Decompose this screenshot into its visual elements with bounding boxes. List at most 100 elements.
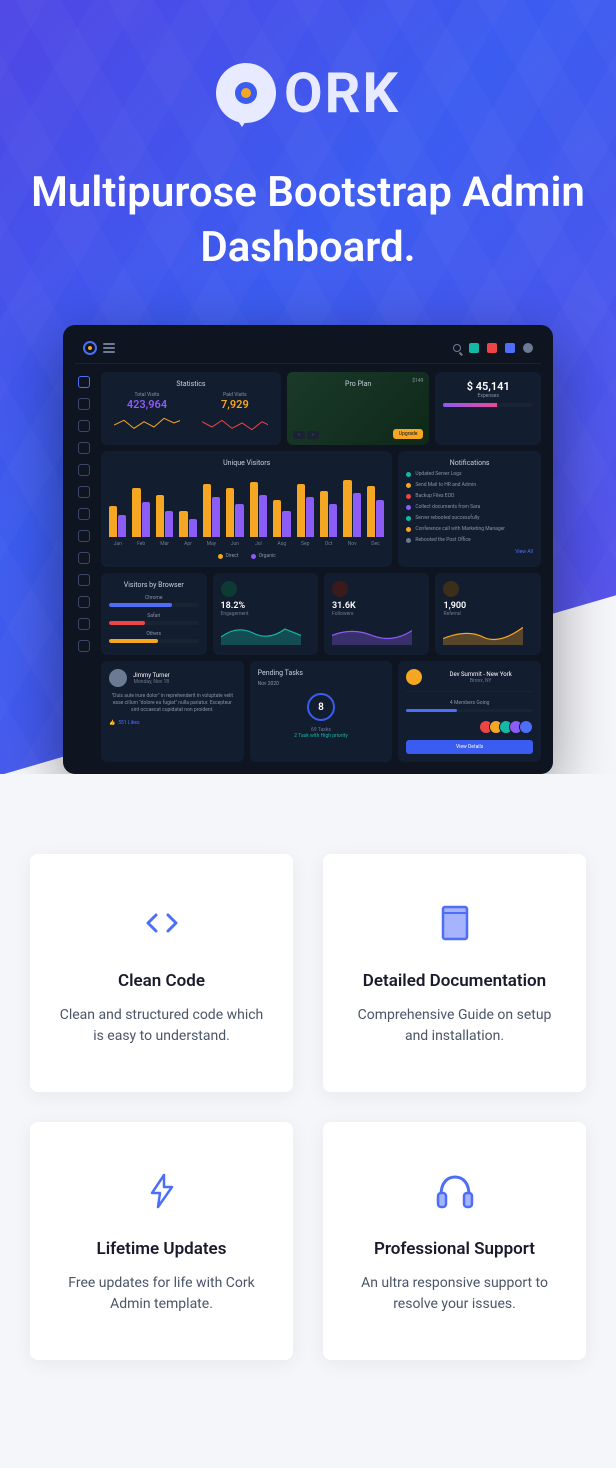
avatar (109, 669, 127, 687)
user-date: Monday, Nov 18 (133, 679, 170, 685)
next-icon[interactable]: › (307, 431, 319, 439)
feature-desc: Free updates for life with Cork Admin te… (55, 1273, 268, 1315)
metric-label: Referral (443, 611, 533, 617)
followers-card: 31.6K Followers (324, 573, 430, 655)
card-title: Visitors by Browser (109, 581, 199, 589)
team-name: Dev Summit - New York (428, 671, 533, 678)
hero-section: ORK Multipurose Bootstrap Admin Dashboar… (0, 0, 616, 774)
browser-item: Chrome (109, 595, 199, 607)
legend-organic: Organic (259, 553, 276, 559)
chart-x-labels: JanFebMarAprMayJunJulAugSepOctNovDec (109, 541, 384, 547)
brand-logo: ORK (216, 60, 400, 126)
card-title: Pending Tasks (258, 669, 385, 677)
price-badge: $149 (412, 378, 423, 384)
bar-chart (109, 471, 384, 541)
hero-title: Multipurose Bootstrap Admin Dashboard. (20, 166, 596, 275)
notifications-card: Notifications Updated Server Logs Send Ma… (398, 451, 541, 567)
team-card: Dev Summit - New York Bronx, NY 4 Member… (398, 661, 541, 762)
code-icon (138, 899, 186, 947)
feature-desc: Clean and structured code which is easy … (55, 1005, 268, 1047)
notification-item[interactable]: Backup Files EOD (406, 493, 533, 499)
feature-desc: Comprehensive Guide on setup and install… (348, 1005, 561, 1047)
pending-count: 8 (307, 693, 335, 721)
settings-icon[interactable] (505, 343, 515, 353)
sidebar-item[interactable] (78, 442, 90, 454)
statistics-card: Statistics Total Visits 423,964 Paid Vis… (101, 372, 281, 445)
bolt-icon (138, 1167, 186, 1215)
card-title: Unique Visitors (109, 459, 384, 467)
sidebar-item[interactable] (78, 618, 90, 630)
quote-card: Jimmy Turner Monday, Nov 18 "Duis aute i… (101, 661, 244, 762)
sidebar-item[interactable] (78, 464, 90, 476)
stat-value: 7,929 (197, 398, 273, 411)
menu-icon[interactable] (103, 343, 115, 353)
sidebar-item[interactable] (78, 420, 90, 432)
user-name: Jimmy Turner (133, 672, 170, 679)
feature-title: Professional Support (348, 1239, 561, 1259)
mail-icon[interactable] (469, 343, 479, 353)
browser-item: Others (109, 631, 199, 643)
sidebar-item[interactable] (78, 376, 90, 388)
notification-item[interactable]: Collect documents from Sara (406, 504, 533, 510)
notification-item[interactable]: Server rebooted successfully (406, 515, 533, 521)
card-title: Notifications (406, 459, 533, 467)
card-title: Statistics (109, 380, 273, 388)
balance-card: $ 45,141 Expenses (435, 372, 541, 445)
feature-title: Detailed Documentation (348, 971, 561, 991)
dashboard-header (75, 337, 541, 364)
unique-visitors-card: Unique Visitors JanFebMarAprMayJunJulAug… (101, 451, 392, 567)
metric-value: 31.6K (332, 601, 422, 611)
feature-clean-code: Clean Code Clean and structured code whi… (30, 854, 293, 1092)
feature-support: Professional Support An ultra responsive… (323, 1122, 586, 1360)
metric-value: 1,900 (443, 601, 533, 611)
avatar-icon[interactable] (523, 343, 533, 353)
feature-updates: Lifetime Updates Free updates for life w… (30, 1122, 293, 1360)
features-grid: Clean Code Clean and structured code whi… (0, 774, 616, 1400)
dashboard-preview: Statistics Total Visits 423,964 Paid Vis… (63, 325, 553, 774)
brand-name: ORK (284, 60, 400, 126)
team-progress-label: 4 Members Going (406, 700, 533, 706)
sidebar-item[interactable] (78, 486, 90, 498)
prev-icon[interactable]: ‹ (293, 431, 305, 439)
metric-value: 18.2% (221, 601, 310, 611)
view-details-button[interactable]: View Details (406, 740, 533, 754)
browser-card: Visitors by Browser ChromeSafariOthers (101, 573, 207, 655)
sidebar-item[interactable] (78, 398, 90, 410)
metric-label: Engagement (221, 611, 310, 617)
feature-documentation: Detailed Documentation Comprehensive Gui… (323, 854, 586, 1092)
metric-label: Followers (332, 611, 422, 617)
pro-plan-card: Pro Plan $149 ‹› Upgrade (287, 372, 430, 445)
likes-count[interactable]: 👍551 Likes (109, 720, 236, 726)
bell-icon[interactable] (487, 343, 497, 353)
team-avatar (406, 669, 422, 685)
pending-card: Pending Tasks Nov 2020 8 69 Tasks 2 Task… (250, 661, 393, 762)
sidebar-item[interactable] (78, 596, 90, 608)
book-icon (431, 899, 479, 947)
headphones-icon (431, 1167, 479, 1215)
dash-logo-icon (83, 341, 97, 355)
notification-item[interactable]: Send Mail to HR and Admin (406, 482, 533, 488)
sidebar-item[interactable] (78, 640, 90, 652)
feature-title: Lifetime Updates (55, 1239, 268, 1259)
notification-item[interactable]: Conference call with Marketing Manager (406, 526, 533, 532)
sidebar (75, 372, 93, 762)
sidebar-item[interactable] (78, 508, 90, 520)
legend-direct: Direct (226, 553, 239, 559)
feature-desc: An ultra responsive support to resolve y… (348, 1273, 561, 1315)
team-location: Bronx, NY (428, 678, 533, 684)
sidebar-item[interactable] (78, 530, 90, 542)
engagement-card: 18.2% Engagement (213, 573, 318, 655)
notification-item[interactable]: Updated Server Logs (406, 471, 533, 477)
pending-date: Nov 2020 (258, 681, 385, 687)
chart-icon (443, 581, 459, 597)
thumbs-up-icon: 👍 (109, 720, 115, 726)
stat-value: 423,964 (109, 398, 185, 411)
balance-label: Expenses (443, 393, 533, 399)
notification-item[interactable]: Rebooted the Post Office (406, 537, 533, 543)
sidebar-item[interactable] (78, 574, 90, 586)
balance-amount: $ 45,141 (443, 380, 533, 393)
sidebar-item[interactable] (78, 552, 90, 564)
view-all-link[interactable]: View All (406, 549, 533, 555)
upgrade-button[interactable]: Upgrade (393, 429, 424, 439)
search-icon[interactable] (453, 344, 461, 352)
